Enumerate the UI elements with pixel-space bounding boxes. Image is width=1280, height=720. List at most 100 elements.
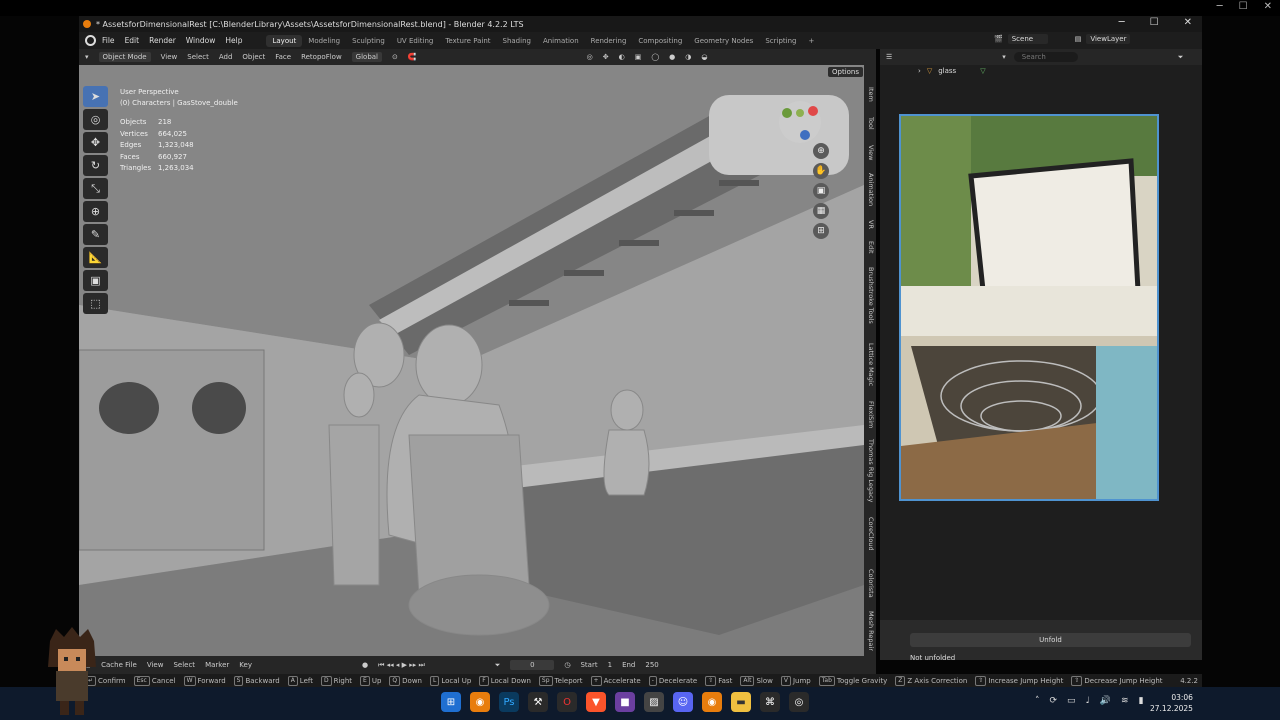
sidebar-tab-animation[interactable]: Animation	[865, 173, 875, 206]
filter-icon[interactable]: ⏷	[1178, 53, 1184, 62]
file-explorer-icon[interactable]: ▬	[731, 692, 751, 712]
measure-icon[interactable]: 📐	[83, 247, 108, 268]
unfold-button[interactable]: Unfold	[910, 633, 1191, 647]
menu-object[interactable]: Object	[242, 53, 265, 61]
sidebar-tab-flexisim[interactable]: FlexiSim	[865, 401, 875, 428]
menu-select[interactable]: Select	[187, 53, 209, 61]
zoom-icon[interactable]: ⊕	[813, 143, 829, 159]
sidebar-tab-vr[interactable]: VR	[865, 220, 875, 229]
menu-view[interactable]: View	[161, 53, 178, 61]
tab-uv-editing[interactable]: UV Editing	[391, 35, 440, 47]
sidebar-tab-item[interactable]: Item	[865, 87, 875, 102]
app-icon[interactable]: ⌘	[760, 692, 780, 712]
sidebar-tab-colorista[interactable]: Colorista	[865, 569, 875, 598]
camera-view-icon[interactable]: ▣	[813, 183, 829, 199]
outer-minimize-button[interactable]: ─	[1217, 1, 1223, 12]
transform-icon[interactable]: ⊕	[83, 201, 108, 222]
editor-type-icon[interactable]: ▾	[85, 53, 89, 61]
app-icon[interactable]: ■	[615, 692, 635, 712]
app-icon[interactable]: ⚒	[528, 692, 548, 712]
snap-icon[interactable]: 🧲	[408, 53, 417, 61]
brave-icon[interactable]: ▼	[586, 692, 606, 712]
display-icon[interactable]: ▭	[1067, 696, 1076, 706]
start-windows-icon[interactable]: ⊞	[441, 692, 461, 712]
tab-modeling[interactable]: Modeling	[302, 35, 346, 47]
menu-face[interactable]: Face	[275, 53, 291, 61]
menu-retopoflow[interactable]: RetopoFlow	[301, 53, 342, 61]
transform-orientation[interactable]: Global	[351, 52, 383, 62]
sidebar-tab-thomas-rig[interactable]: Thomas Rig Legacy	[865, 439, 875, 502]
sidebar-tab-brushstroke[interactable]: Brushstroke Tools	[865, 267, 875, 324]
sidebar-tab-tool[interactable]: Tool	[865, 117, 875, 130]
cursor-icon[interactable]: ◎	[83, 109, 108, 130]
sync-icon[interactable]: ⟳	[1050, 696, 1058, 706]
sidebar-tab-mesh-repair[interactable]: Mesh Repair	[865, 611, 875, 651]
sidebar-tab-lattice-magic[interactable]: Lattice Magic	[865, 343, 875, 386]
timeline-menu-view[interactable]: View	[147, 661, 164, 669]
discord-icon[interactable]: ☺	[673, 692, 693, 712]
tab-animation[interactable]: Animation	[537, 35, 585, 47]
tab-scripting[interactable]: Scripting	[759, 35, 802, 47]
obs-icon[interactable]: ◎	[789, 692, 809, 712]
shading-wireframe-icon[interactable]: ◯	[651, 53, 659, 61]
sidebar-tab-corecloud[interactable]: CoreCloud	[865, 517, 875, 551]
quad-view-icon[interactable]: ⊞	[813, 223, 829, 239]
sidebar-tab-view[interactable]: View	[865, 145, 875, 160]
menu-edit[interactable]: Edit	[125, 36, 140, 45]
playback-controls[interactable]: ⏮ ◂◂ ◂ ▶ ▸▸ ⏭	[378, 661, 425, 670]
tab-rendering[interactable]: Rendering	[585, 35, 633, 47]
timeline-menu-select[interactable]: Select	[173, 661, 195, 669]
battery-icon[interactable]: ▮	[1139, 696, 1144, 706]
proportional-edit-icon[interactable]: ◎	[587, 53, 593, 61]
add-cube-icon[interactable]: ▣	[83, 270, 108, 291]
navigation-gizmo[interactable]	[777, 99, 823, 145]
scene-selector[interactable]: Scene	[1007, 34, 1048, 44]
minimize-button[interactable]: ─	[1119, 17, 1125, 28]
taskbar-clock[interactable]: 03:06 27.12.2025	[1150, 692, 1193, 714]
current-frame-field[interactable]: 0	[510, 660, 555, 670]
scale-icon[interactable]: ⤡	[83, 178, 108, 199]
outliner-filter-mode-icon[interactable]: ▾	[1002, 53, 1006, 61]
pan-hand-icon[interactable]: ✋	[813, 163, 829, 179]
3d-viewport[interactable]: User Perspective (0) Characters | GasSto…	[79, 65, 864, 656]
shading-material-icon[interactable]: ◑	[685, 53, 691, 61]
menu-add[interactable]: Add	[219, 53, 233, 61]
move-icon[interactable]: ✥	[83, 132, 108, 153]
options-dropdown[interactable]: Options	[828, 67, 864, 77]
close-button[interactable]: ✕	[1184, 17, 1192, 28]
add-workspace-button[interactable]: +	[802, 35, 820, 47]
tab-layout[interactable]: Layout	[266, 34, 303, 47]
menu-file[interactable]: File	[102, 36, 115, 45]
microphone-icon[interactable]: ♩	[1086, 696, 1090, 706]
blender-taskbar-icon[interactable]: ◉	[470, 692, 490, 712]
menu-help[interactable]: Help	[225, 36, 242, 45]
shading-rendered-icon[interactable]: ◒	[701, 53, 707, 61]
tab-sculpting[interactable]: Sculpting	[346, 35, 391, 47]
outliner-editor-icon[interactable]: ☰	[886, 53, 892, 61]
tab-texture-paint[interactable]: Texture Paint	[439, 35, 496, 47]
end-frame-field[interactable]: 250	[645, 661, 658, 669]
xray-icon[interactable]: ▣	[635, 53, 642, 61]
select-box-icon[interactable]: ➤	[83, 86, 108, 107]
overlay-toggle-icon[interactable]: ◐	[619, 53, 625, 61]
filter-icon[interactable]: ⏷	[495, 661, 501, 670]
maximize-button[interactable]: ☐	[1150, 17, 1159, 28]
volume-icon[interactable]: 🔊	[1100, 696, 1111, 706]
outer-maximize-button[interactable]: ☐	[1239, 1, 1248, 12]
rotate-icon[interactable]: ↻	[83, 155, 108, 176]
blender-taskbar-icon[interactable]: ◉	[702, 692, 722, 712]
menu-window[interactable]: Window	[186, 36, 216, 45]
opera-icon[interactable]: O	[557, 692, 577, 712]
outliner-search-input[interactable]: Search	[1013, 52, 1078, 62]
tray-chevron-icon[interactable]: ˄	[1035, 696, 1040, 706]
tab-shading[interactable]: Shading	[497, 35, 537, 47]
perspective-toggle-icon[interactable]: ▦	[813, 203, 829, 219]
shading-solid-icon[interactable]: ●	[669, 53, 675, 61]
blender-logo-icon[interactable]	[85, 35, 96, 46]
extra-tool-icon[interactable]: ⬚	[83, 293, 108, 314]
outliner-row[interactable]: › ▽ glass ▽	[918, 67, 986, 75]
menu-render[interactable]: Render	[149, 36, 176, 45]
autokey-icon[interactable]: ●	[362, 661, 368, 669]
expand-arrow-icon[interactable]: ›	[918, 67, 921, 75]
wifi-icon[interactable]: ≋	[1121, 696, 1129, 706]
